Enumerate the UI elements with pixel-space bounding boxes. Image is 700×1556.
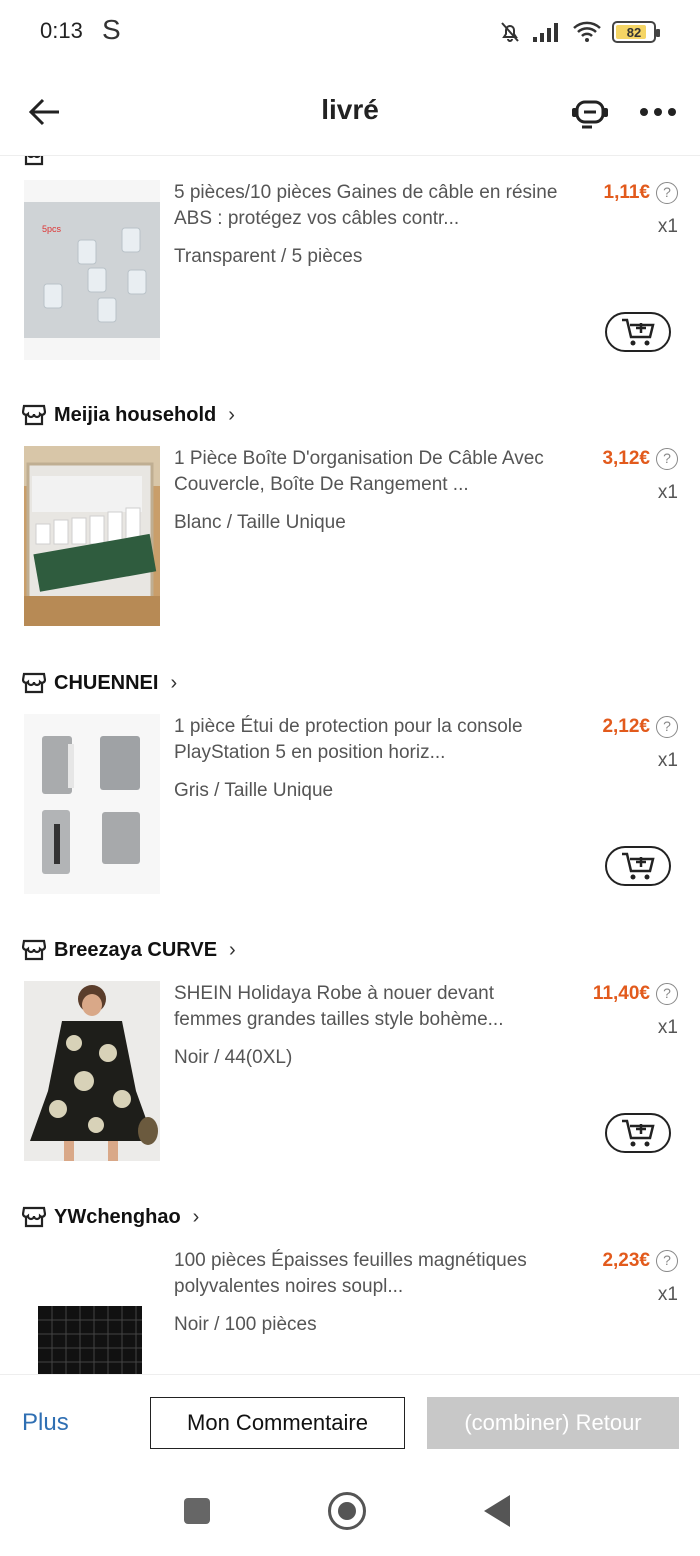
mute-bell-icon [501,22,519,42]
product-image[interactable] [24,981,160,1161]
price-help-icon[interactable]: ? [656,716,678,738]
battery-level: 82 [626,24,642,40]
order-item[interactable]: 5pcs 5 pièces/10 pièces Gaines de câble … [0,180,700,360]
product-price: 3,12€ [602,448,650,469]
order-items-list[interactable]: 5pcs 5 pièces/10 pièces Gaines de câble … [0,156,700,1374]
price-help-icon[interactable]: ? [656,983,678,1005]
shop-name: CHUENNEI [54,671,159,694]
product-title[interactable]: 1 Pièce Boîte D'organisation De Câble Av… [174,446,566,498]
shop-header[interactable] [22,156,54,170]
home-button[interactable] [328,1492,366,1530]
add-to-cart-button[interactable] [605,1113,671,1153]
product-quantity: x1 [657,750,678,771]
add-to-cart-icon [622,852,655,880]
order-item[interactable]: 1 Pièce Boîte D'organisation De Câble Av… [0,446,700,626]
product-variant: Noir / 100 pièces [174,1314,317,1335]
product-variant: Transparent / 5 pièces [174,246,363,267]
support-button[interactable] [568,90,612,134]
product-image[interactable] [24,1248,160,1374]
signal-icon [533,23,558,42]
more-link[interactable]: Plus [22,1409,69,1437]
system-nav-bar [0,1466,700,1556]
shop-name: YWchenghao [54,1205,181,1228]
shop-header[interactable]: Breezaya CURVE › [22,935,236,965]
home-icon [338,1502,356,1520]
order-action-bar: Plus Mon Commentaire (combiner) Retour [0,1374,700,1466]
wifi-icon [573,21,601,42]
shop-name: Breezaya CURVE [54,938,218,961]
product-price: 2,23€ [602,1250,650,1271]
order-item[interactable]: SHEIN Holidaya Robe à nouer devant femme… [0,981,700,1161]
store-icon [22,672,46,694]
store-icon [24,156,44,166]
product-variant: Blanc / Taille Unique [174,512,346,533]
shop-header[interactable]: CHUENNEI › [22,668,177,698]
carrier-icon: S [102,14,121,45]
store-icon [22,1206,46,1228]
product-title[interactable]: 5 pièces/10 pièces Gaines de câble en ré… [174,180,566,232]
status-icons: 82 [498,18,660,46]
store-icon [22,404,46,426]
product-quantity: x1 [657,216,678,237]
add-to-cart-button[interactable] [605,846,671,886]
product-title[interactable]: 100 pièces Épaisses feuilles magnétiques… [174,1248,566,1300]
back-triangle-button[interactable] [484,1495,510,1527]
product-title[interactable]: SHEIN Holidaya Robe à nouer devant femme… [174,981,566,1033]
product-quantity: x1 [657,1284,678,1305]
order-item[interactable]: 100 pièces Épaisses feuilles magnétiques… [0,1248,700,1374]
battery-icon: 82 [612,21,660,43]
shop-header[interactable]: Meijia household › [22,400,235,430]
price-help-icon[interactable]: ? [656,182,678,204]
product-variant: Noir / 44(0XL) [174,1047,293,1068]
recents-button[interactable] [184,1498,210,1524]
product-price: 2,12€ [602,716,650,737]
shop-name: Meijia household [54,403,217,426]
product-price: 11,40€ [592,983,650,1004]
store-icon [22,939,46,961]
order-item[interactable]: 1 pièce Étui de protection pour la conso… [0,714,700,894]
product-price: 1,11€ [603,182,651,203]
chevron-right-icon: › [192,1205,200,1228]
more-dots-icon [640,108,676,116]
combined-return-button[interactable]: (combiner) Retour [427,1397,679,1449]
top-app-bar: livré [0,64,700,156]
chevron-right-icon: › [228,403,235,426]
chevron-right-icon: › [170,671,178,694]
product-image[interactable] [24,714,160,894]
add-to-cart-button[interactable] [605,312,671,352]
status-time: 0:13 [40,18,83,43]
add-to-cart-icon [622,1119,655,1147]
chevron-right-icon: › [229,938,236,961]
price-help-icon[interactable]: ? [656,448,678,470]
support-robot-icon [572,100,608,129]
my-review-button[interactable]: Mon Commentaire [150,1397,405,1449]
shop-header[interactable]: YWchenghao › [22,1202,199,1232]
product-image[interactable]: 5pcs [24,180,160,360]
product-title[interactable]: 1 pièce Étui de protection pour la conso… [174,714,566,766]
product-quantity: x1 [657,482,678,503]
product-quantity: x1 [657,1017,678,1038]
product-variant: Gris / Taille Unique [174,780,334,801]
product-image[interactable] [24,446,160,626]
svg-text:5pcs: 5pcs [42,224,62,234]
price-help-icon[interactable]: ? [656,1250,678,1272]
more-options-button[interactable] [634,90,682,134]
add-to-cart-icon [622,318,655,346]
status-bar: 0:13 S 82 [0,0,700,64]
